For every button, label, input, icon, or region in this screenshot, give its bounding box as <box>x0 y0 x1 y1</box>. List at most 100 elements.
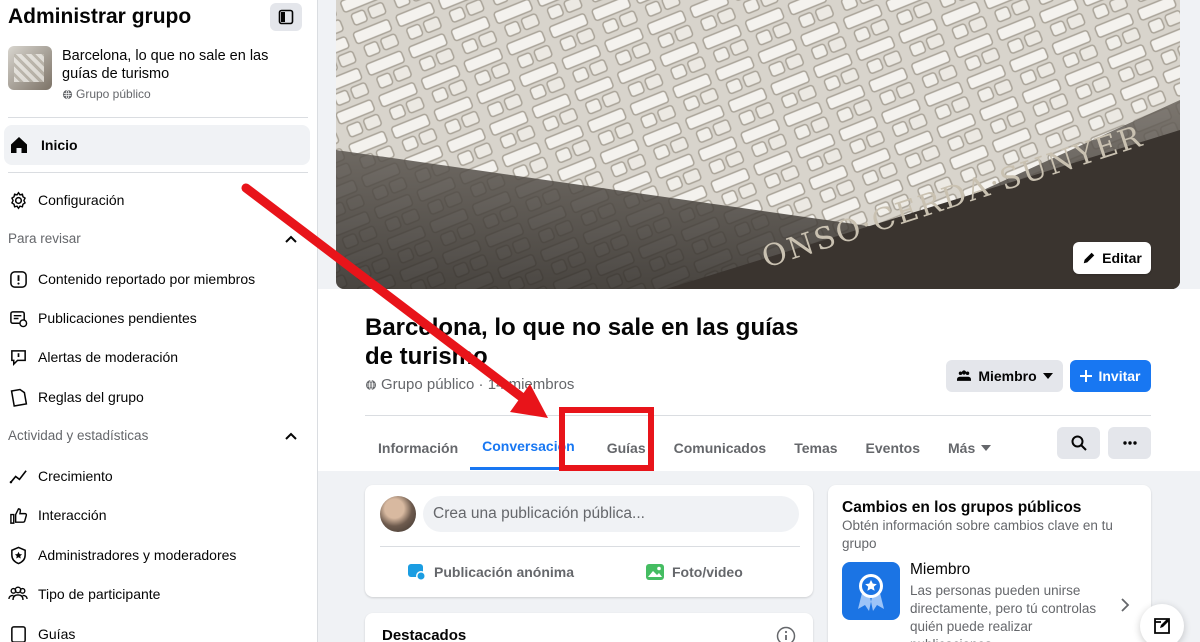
card-subtitle: Obtén información sobre cambios clave en… <box>842 518 1113 551</box>
caret-down-icon <box>981 444 992 451</box>
award-ribbon-icon <box>858 574 884 611</box>
growth-icon <box>9 469 27 483</box>
home-icon <box>11 137 27 153</box>
sidebar-item-label: Guías <box>38 626 76 642</box>
photo-video-button[interactable]: Foto/video <box>645 562 743 582</box>
member-badge <box>842 562 900 620</box>
photo-icon <box>646 564 664 580</box>
new-message-button[interactable] <box>1140 604 1184 642</box>
sidebar-item-growth[interactable]: Crecimiento <box>8 466 113 486</box>
guides-icon <box>10 625 26 642</box>
people-icon <box>8 586 28 600</box>
cover-photo: ONSO·CERDA·SUNYER <box>336 0 1180 289</box>
admin-sidebar: Administrar grupo Barcelona, lo que no s… <box>0 0 318 642</box>
public-groups-changes-card: Cambios en los grupos públicos Obtén inf… <box>828 485 1151 642</box>
rules-icon <box>10 388 27 407</box>
caret-down-icon <box>1042 373 1053 379</box>
chevron-up-icon <box>285 235 297 243</box>
globe-icon <box>62 89 73 99</box>
sidebar-item-label: Alertas de moderación <box>38 349 179 365</box>
ellipsis-icon <box>1122 441 1137 445</box>
section-review-header[interactable]: Para revisar <box>8 231 298 246</box>
avatar <box>380 496 416 532</box>
invite-button[interactable]: Invitar <box>1070 360 1151 392</box>
compose-icon <box>1154 618 1170 634</box>
tab-mas[interactable]: Más <box>934 425 1005 470</box>
sidebar-item-moderation-alerts[interactable]: Alertas de moderación <box>8 347 178 367</box>
sidebar-item-label: Publicaciones pendientes <box>38 310 197 326</box>
sidebar-item-admins[interactable]: Administradores y moderadores <box>8 545 236 565</box>
member-button[interactable]: Miembro <box>946 360 1063 392</box>
group-tabs: Información Conversación Guías Comunicad… <box>366 425 1005 470</box>
info-icon <box>776 626 796 642</box>
annotation-highlight-box <box>559 407 654 471</box>
group-privacy-label: Grupo público <box>76 87 151 101</box>
thumbs-up-icon <box>9 507 27 524</box>
search-button[interactable] <box>1057 427 1100 459</box>
group-thumbnail <box>8 46 52 90</box>
cover-image: ONSO·CERDA·SUNYER <box>336 0 1180 289</box>
anonymous-post-button[interactable]: Publicación anónima <box>407 562 574 582</box>
sidebar-item-settings[interactable]: Configuración <box>8 190 124 210</box>
sidebar-title: Administrar grupo <box>8 5 192 28</box>
moderation-alert-icon <box>10 349 26 366</box>
card-title: Cambios en los grupos públicos <box>842 499 1082 516</box>
edit-cover-label: Editar <box>1102 250 1142 266</box>
sidebar-item-label: Configuración <box>38 192 125 208</box>
group-meta-text: Grupo público · 14 miembros <box>381 376 575 393</box>
tab-informacion[interactable]: Información <box>366 425 470 470</box>
edit-cover-button[interactable]: Editar <box>1073 242 1151 274</box>
sidebar-item-label: Administradores y moderadores <box>38 547 237 563</box>
member-button-label: Miembro <box>978 368 1037 384</box>
search-icon <box>1071 435 1087 451</box>
more-options-button[interactable] <box>1108 427 1151 459</box>
pending-posts-icon <box>9 310 27 327</box>
chevron-up-icon <box>285 432 297 440</box>
section-activity-header[interactable]: Actividad y estadísticas <box>8 428 298 443</box>
tab-comunicados[interactable]: Comunicados <box>658 425 781 470</box>
sidebar-item-label: Interacción <box>38 507 107 523</box>
divider <box>380 546 800 547</box>
sidebar-item-label: Inicio <box>41 137 78 153</box>
sidebar-item-interaction[interactable]: Interacción <box>8 505 106 525</box>
tab-temas[interactable]: Temas <box>780 425 851 470</box>
sidebar-item-label: Reglas del grupo <box>38 389 144 405</box>
featured-card: Destacados <box>365 613 813 642</box>
sidebar-item-label: Crecimiento <box>38 468 113 484</box>
composer-card: Crea una publicación pública... Publicac… <box>365 485 813 597</box>
group-privacy: Grupo público <box>62 87 151 101</box>
shield-star-icon <box>10 546 26 564</box>
item-description: Las personas pueden unirse directamente,… <box>910 583 1097 642</box>
sidebar-item-reported[interactable]: Contenido reportado por miembros <box>8 269 255 289</box>
sidebar-item-participant-type[interactable]: Tipo de participante <box>8 584 160 604</box>
anonymous-post-label: Publicación anónima <box>434 564 575 580</box>
sidebar-item-label: Tipo de participante <box>38 586 161 602</box>
gear-icon <box>10 190 26 210</box>
group-name: Barcelona, lo que no sale en las guías d… <box>62 48 269 82</box>
section-title: Para revisar <box>8 231 81 246</box>
sidebar-item-home[interactable]: Inicio <box>4 125 310 165</box>
page-title: Barcelona, lo que no sale en las guías d… <box>365 314 799 370</box>
chevron-right-icon <box>1121 598 1130 612</box>
report-icon <box>9 270 27 288</box>
sidebar-collapse-button[interactable] <box>270 3 302 31</box>
sidebar-item-rules[interactable]: Reglas del grupo <box>8 387 144 407</box>
people-icon <box>957 370 972 381</box>
sidebar-item-pending[interactable]: Publicaciones pendientes <box>8 308 197 328</box>
sidebar-item-guides[interactable]: Guías <box>8 624 75 642</box>
pencil-icon <box>1083 252 1095 264</box>
divider <box>8 117 308 118</box>
sidebar-item-label: Contenido reportado por miembros <box>38 271 256 287</box>
featured-title: Destacados <box>382 627 467 642</box>
section-title: Actividad y estadísticas <box>8 428 149 443</box>
divider <box>365 415 1151 416</box>
anonymous-post-icon <box>408 564 426 581</box>
sidebar-toggle-icon <box>278 9 294 25</box>
tab-eventos[interactable]: Eventos <box>852 425 934 470</box>
group-meta: Grupo público · 14 miembros <box>365 376 574 393</box>
group-summary[interactable]: Barcelona, lo que no sale en las guías d… <box>8 45 308 105</box>
divider <box>8 172 308 173</box>
plus-icon <box>1080 370 1093 382</box>
composer-input[interactable]: Crea una publicación pública... <box>423 496 799 532</box>
item-title: Miembro <box>910 561 971 578</box>
